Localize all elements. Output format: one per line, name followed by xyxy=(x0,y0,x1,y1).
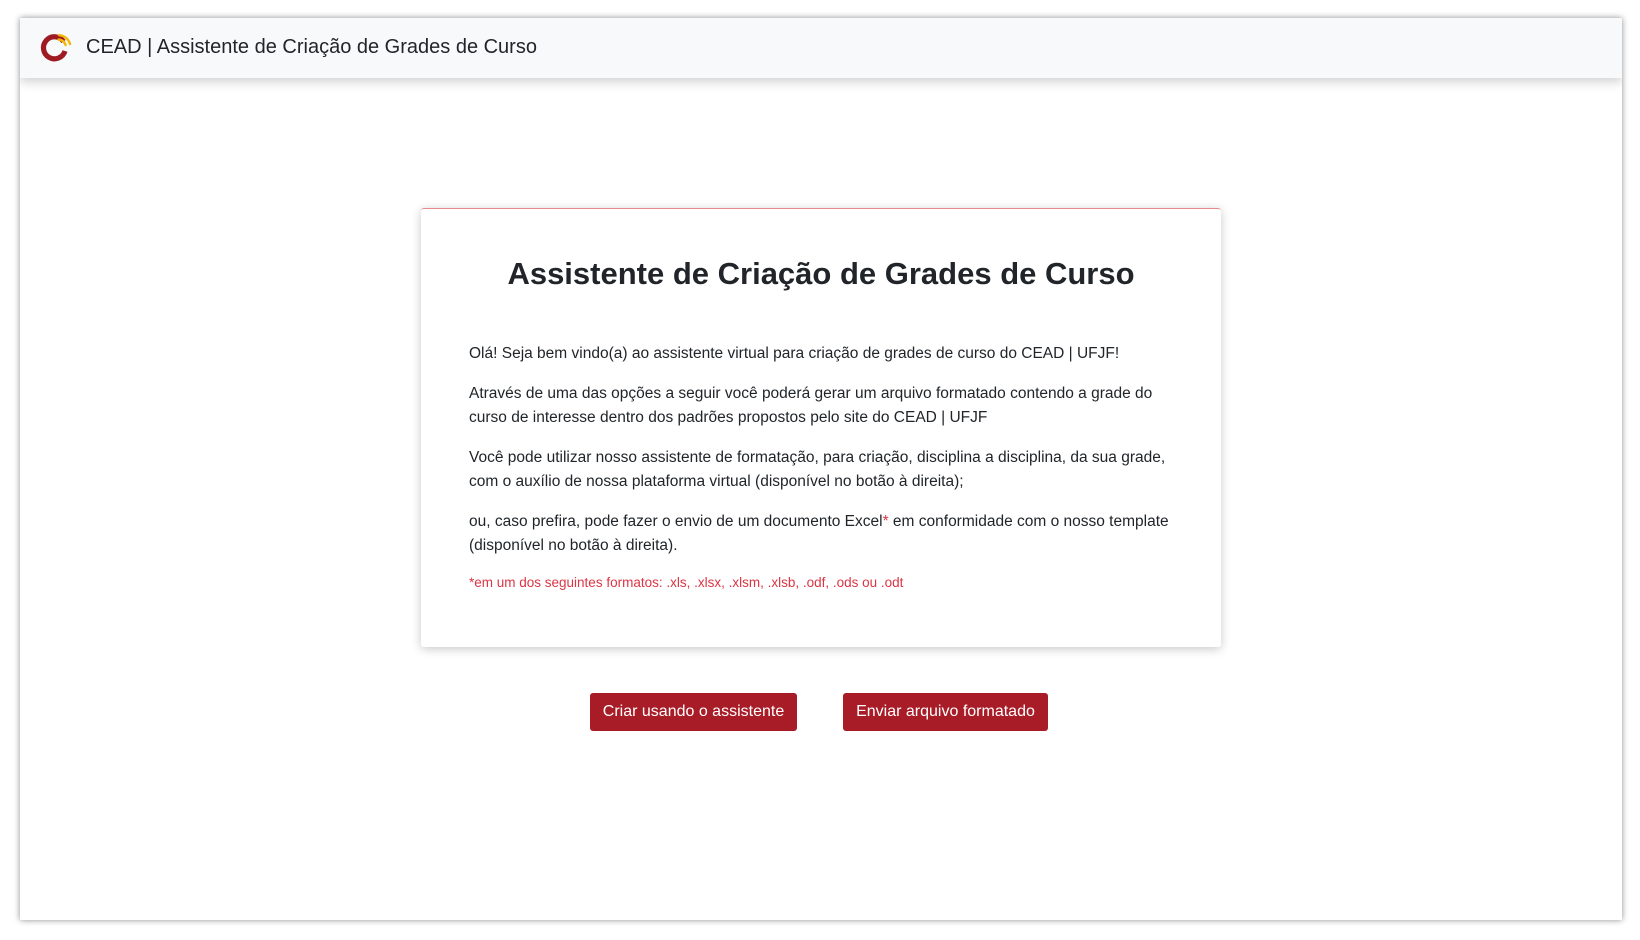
create-with-assistant-button[interactable]: Criar usando o assistente xyxy=(590,693,797,731)
navbar: CEAD | Assistente de Criação de Grades d… xyxy=(20,18,1622,78)
cead-logo-icon[interactable] xyxy=(39,32,73,66)
upload-paragraph: ou, caso prefira, pode fazer o envio de … xyxy=(469,510,1174,558)
upload-paragraph-text: ou, caso prefira, pode fazer o envio de … xyxy=(469,513,883,530)
welcome-card: Assistente de Criação de Grades de Curso… xyxy=(421,208,1221,647)
card-title: Assistente de Criação de Grades de Curso xyxy=(507,256,1135,291)
card-body: Olá! Seja bem vindo(a) ao assistente vir… xyxy=(469,342,1174,592)
app-title[interactable]: CEAD | Assistente de Criação de Grades d… xyxy=(86,35,537,59)
formats-footnote: *em um dos seguintes formatos: .xls, .xl… xyxy=(469,575,904,590)
welcome-paragraph: Olá! Seja bem vindo(a) ao assistente vir… xyxy=(469,345,1120,362)
options-paragraph: Através de uma das opções a seguir você … xyxy=(469,385,1153,426)
app-window: CEAD | Assistente de Criação de Grades d… xyxy=(20,18,1622,920)
assistant-paragraph: Você pode utilizar nosso assistente de f… xyxy=(469,449,1166,490)
send-formatted-file-button[interactable]: Enviar arquivo formatado xyxy=(843,693,1048,731)
